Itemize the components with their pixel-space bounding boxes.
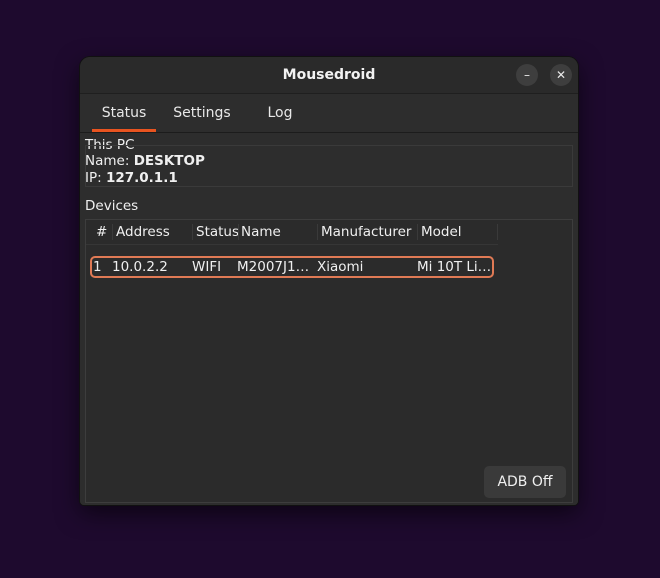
- column-header-manufacturer[interactable]: Manufacturer: [317, 220, 417, 244]
- tab-settings[interactable]: Settings: [168, 94, 236, 132]
- cell-model: Mi 10T Li…: [417, 259, 492, 275]
- close-icon[interactable]: ✕: [550, 64, 572, 86]
- tab-bar: Status Settings Log: [80, 94, 578, 133]
- cell-address: 10.0.2.2: [112, 259, 168, 275]
- pc-name-value: DESKTOP: [133, 153, 205, 169]
- minimize-icon[interactable]: –: [516, 64, 538, 86]
- pc-ip-label: IP:: [85, 170, 102, 186]
- pc-ip-value: 127.0.1.1: [105, 170, 178, 186]
- pc-name-label: Name:: [85, 153, 130, 169]
- status-panel: This PC Name: DESKTOP IP: 127.0.1.1 Devi…: [80, 133, 578, 505]
- column-divider[interactable]: [497, 224, 498, 240]
- cell-manufacturer: Xiaomi: [317, 259, 364, 275]
- cell-status: WIFI: [192, 259, 222, 275]
- column-header-address[interactable]: Address: [112, 220, 192, 244]
- tab-log[interactable]: Log: [260, 94, 300, 132]
- column-header-model[interactable]: Model: [417, 220, 497, 244]
- table-row[interactable]: 1 10.0.2.2 WIFI M2007J1… Xiaomi Mi 10T L…: [90, 256, 494, 278]
- devices-table[interactable]: # Address Status Name Manufacturer Model…: [85, 219, 573, 503]
- pc-name-row: Name: DESKTOP: [85, 153, 205, 169]
- adb-toggle-button[interactable]: ADB Off: [484, 466, 566, 498]
- window-title: Mousedroid: [282, 67, 376, 83]
- table-header: # Address Status Name Manufacturer Model: [86, 220, 498, 245]
- column-header-status[interactable]: Status: [192, 220, 238, 244]
- cell-name: M2007J1…: [237, 259, 310, 275]
- tab-status[interactable]: Status: [92, 94, 156, 132]
- devices-heading: Devices: [85, 198, 139, 214]
- app-window: Mousedroid – ✕ Status Settings Log This …: [80, 57, 578, 505]
- column-header-index[interactable]: #: [92, 220, 112, 244]
- title-bar[interactable]: Mousedroid – ✕: [80, 57, 578, 94]
- cell-index: 1: [93, 259, 102, 275]
- column-header-name[interactable]: Name: [237, 220, 317, 244]
- pc-ip-row: IP: 127.0.1.1: [85, 170, 178, 186]
